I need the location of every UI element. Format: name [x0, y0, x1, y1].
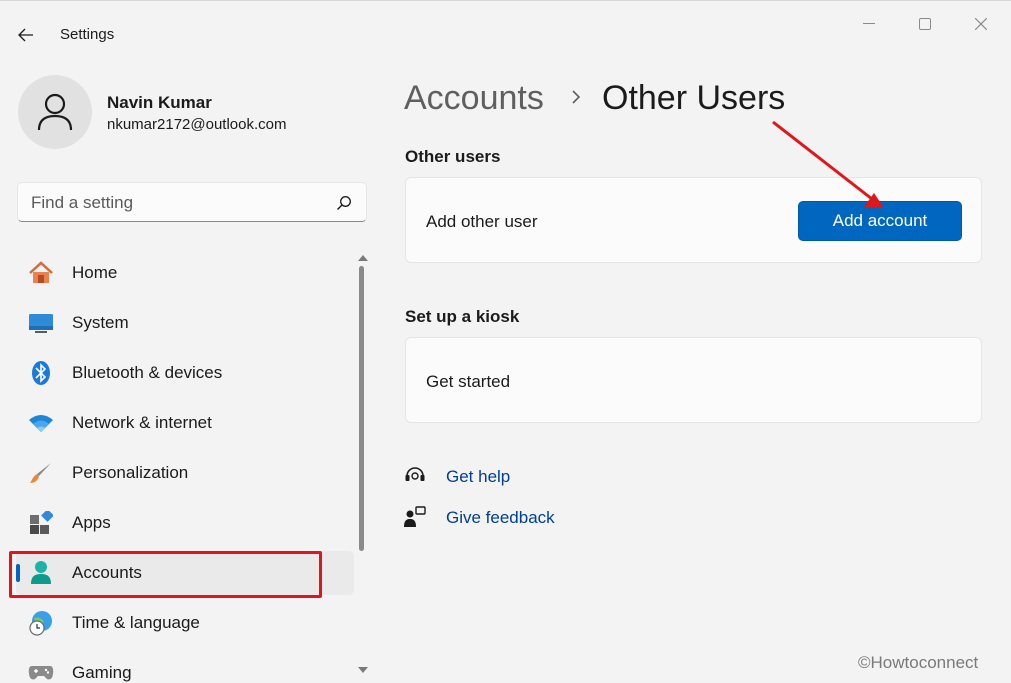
- add-other-user-label: Add other user: [426, 212, 538, 231]
- section-title-other-users: Other users: [405, 147, 501, 166]
- maximize-button[interactable]: [902, 9, 948, 39]
- kiosk-card[interactable]: Get started: [405, 337, 982, 423]
- app-title: Settings: [60, 26, 115, 43]
- scroll-up-arrow-icon[interactable]: [357, 253, 369, 263]
- page-title: Other Users: [602, 79, 786, 117]
- watermark: ©Howtoconnect: [858, 653, 979, 672]
- help-headset-icon: [405, 467, 425, 481]
- apps-icon: [28, 510, 54, 536]
- give-feedback-link[interactable]: Give feedback: [446, 508, 555, 528]
- sidebar-item-time-language[interactable]: Time & language: [16, 601, 354, 645]
- section-title-kiosk: Set up a kiosk: [405, 307, 520, 326]
- sidebar-item-apps[interactable]: Apps: [16, 501, 354, 545]
- maximize-icon: [919, 18, 931, 30]
- sidebar-item-label: Apps: [72, 513, 111, 532]
- home-icon: [28, 260, 54, 286]
- get-started-label: Get started: [426, 372, 511, 391]
- sidebar-item-network[interactable]: Network & internet: [16, 401, 354, 445]
- annotation-highlight-box: [9, 551, 322, 598]
- annotation-arrow-icon: [772, 120, 884, 208]
- close-icon: [975, 18, 987, 30]
- system-icon: [28, 310, 54, 336]
- give-feedback-row: Give feedback: [404, 506, 604, 530]
- scroll-down-arrow-icon[interactable]: [357, 665, 369, 675]
- profile-name: Navin Kumar: [107, 93, 212, 112]
- sidebar-item-gaming[interactable]: Gaming: [16, 651, 354, 683]
- search-box[interactable]: [17, 182, 367, 222]
- bluetooth-icon: [28, 360, 54, 386]
- sidebar-item-personalization[interactable]: Personalization: [16, 451, 354, 495]
- search-icon: [337, 196, 351, 210]
- sidebar-item-label: Home: [72, 263, 118, 282]
- feedback-icon: [404, 506, 426, 527]
- globe-clock-icon: [28, 610, 54, 636]
- gamepad-icon: [28, 660, 54, 683]
- sidebar-item-label: Network & internet: [72, 413, 212, 432]
- minimize-button[interactable]: [846, 9, 892, 39]
- arrow-left-icon: [18, 28, 33, 42]
- avatar[interactable]: [18, 75, 92, 149]
- chevron-right-icon: [572, 90, 581, 104]
- profile-email: nkumar2172@outlook.com: [107, 116, 287, 133]
- settings-window: Settings Navin Kumar nkumar2172@outlook.…: [0, 0, 1011, 683]
- close-button[interactable]: [958, 9, 1004, 39]
- sidebar-item-label: Bluetooth & devices: [72, 363, 223, 382]
- get-help-link[interactable]: Get help: [446, 467, 510, 487]
- sidebar-item-label: Time & language: [72, 613, 200, 632]
- sidebar-scrollbar-thumb[interactable]: [359, 266, 364, 551]
- user-icon: [37, 93, 73, 131]
- sidebar-item-label: Gaming: [72, 663, 132, 682]
- brush-icon: [28, 460, 54, 486]
- wifi-icon: [28, 410, 54, 436]
- search-input[interactable]: [31, 192, 321, 214]
- sidebar-item-bluetooth[interactable]: Bluetooth & devices: [16, 351, 354, 395]
- breadcrumb-parent[interactable]: Accounts: [404, 79, 544, 118]
- sidebar-item-label: System: [72, 313, 129, 332]
- back-button[interactable]: [12, 21, 40, 49]
- sidebar-item-label: Personalization: [72, 463, 189, 482]
- get-help-row: Get help: [404, 465, 604, 489]
- sidebar-item-home[interactable]: Home: [16, 251, 354, 295]
- minimize-icon: [863, 23, 875, 24]
- sidebar-item-system[interactable]: System: [16, 301, 354, 345]
